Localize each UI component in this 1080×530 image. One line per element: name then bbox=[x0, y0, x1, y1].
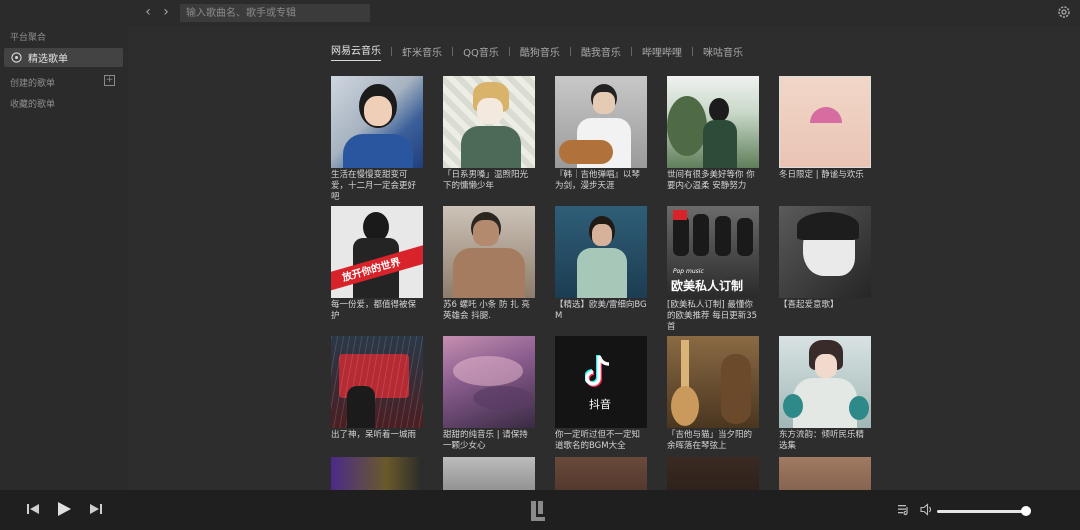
next-track-icon[interactable] bbox=[89, 502, 103, 516]
playlist-card[interactable]: 出了神，呆听着一城雨 bbox=[331, 336, 424, 441]
tab-kugou[interactable]: 酷狗音乐 bbox=[520, 44, 560, 59]
play-icon[interactable] bbox=[56, 501, 72, 517]
playlist-title: 【精选】欧美/雷细向BGM bbox=[555, 300, 647, 321]
playlist-card[interactable]: 【喜起爱意歌】 bbox=[779, 206, 872, 311]
playlist-title: 「日系男嗓」温煦阳光下的慵懒少年 bbox=[443, 170, 529, 191]
tab-qq[interactable]: QQ音乐 bbox=[463, 44, 499, 59]
add-playlist-icon[interactable]: + bbox=[104, 75, 115, 86]
playlist-cover bbox=[555, 457, 647, 490]
sidebar: 平台聚合 精选歌单 创建的歌单 + 收藏的歌单 bbox=[0, 26, 128, 490]
playlist-cover: 放开你的世界 bbox=[331, 206, 423, 298]
playlist-title: 甜甜的纯音乐 | 请保持一颗少女心 bbox=[443, 430, 528, 451]
playlist-title: 『韩｜吉他弹唱』以琴为剑，漫步天涯 bbox=[555, 170, 641, 191]
playlist-card[interactable] bbox=[667, 457, 760, 490]
playlist-title: 东方流韵：倾听民乐精选集 bbox=[779, 430, 865, 451]
playlist-card[interactable]: 生活在慢慢变甜变可爱，十二月一定会更好吧 bbox=[331, 76, 424, 203]
playlist-title: 「吉他与猫」当夕阳的余晖落在琴弦上 bbox=[667, 430, 753, 451]
playlist-title: 世间有很多美好等你 你要内心温柔 安静努力 bbox=[667, 170, 755, 191]
playlist-cover bbox=[779, 206, 871, 298]
sidebar-item-label: 精选歌单 bbox=[28, 54, 68, 65]
playlist-cover bbox=[779, 336, 871, 428]
forward-arrow-icon[interactable]: › bbox=[158, 4, 174, 20]
playlist-queue-icon[interactable] bbox=[897, 503, 910, 516]
top-bar: ‹ › bbox=[0, 0, 1080, 26]
playlist-grid: 生活在慢慢变甜变可爱，十二月一定会更好吧 「日系男嗓」温煦阳光下的慵懒少年 『韩… bbox=[331, 76, 891, 490]
playlist-title: 生活在慢慢变甜变可爱，十二月一定会更好吧 bbox=[331, 170, 417, 202]
playlist-cover bbox=[331, 457, 423, 490]
playlist-card[interactable]: 『韩｜吉他弹唱』以琴为剑，漫步天涯 bbox=[555, 76, 648, 192]
playlist-card[interactable]: 「日系男嗓」温煦阳光下的慵懒少年 bbox=[443, 76, 536, 192]
playlist-cover: 抖音 bbox=[555, 336, 647, 428]
playlist-title: 苏6 螺吒 小条 防 扎 亮 英雄会 抖腿. bbox=[443, 300, 530, 321]
player-bar bbox=[0, 490, 1080, 530]
back-arrow-icon[interactable]: ‹ bbox=[140, 4, 156, 20]
playlist-cover bbox=[331, 76, 423, 168]
volume-icon[interactable] bbox=[920, 503, 933, 516]
disc-icon bbox=[11, 52, 22, 63]
sidebar-section-collected: 收藏的歌单 bbox=[10, 100, 56, 110]
playlist-title: 你一定听过但不一定知道歌名的BGM大全 bbox=[555, 430, 641, 451]
sidebar-section-platform: 平台聚合 bbox=[10, 33, 47, 43]
playlist-cover bbox=[779, 457, 871, 490]
playlist-card[interactable]: 【精选】欧美/雷细向BGM bbox=[555, 206, 648, 322]
playlist-card[interactable] bbox=[555, 457, 648, 490]
playlist-card[interactable] bbox=[331, 457, 424, 490]
playlist-cover: Pop music 欧美私人订制 bbox=[667, 206, 759, 298]
playlist-card[interactable]: 放开你的世界 每一份爱，都值得被保护 bbox=[331, 206, 424, 322]
playlist-title: 冬日限定 | 静谧与欢乐 bbox=[779, 170, 864, 180]
tab-bilibili[interactable]: 哔哩哔哩 bbox=[642, 44, 682, 59]
playlist-card[interactable]: 世间有很多美好等你 你要内心温柔 安静努力 bbox=[667, 76, 760, 192]
tab-kuwo[interactable]: 酷我音乐 bbox=[581, 44, 621, 59]
playlist-cover bbox=[555, 206, 647, 298]
playlist-title: [欧美私人订制] 最懂你的欧美推荐 每日更新35首 bbox=[667, 300, 758, 332]
gear-icon[interactable] bbox=[1056, 4, 1072, 20]
playlist-card[interactable]: 冬日限定 | 静谧与欢乐 bbox=[779, 76, 872, 181]
playlist-cover bbox=[443, 76, 535, 168]
playlist-card[interactable]: 甜甜的纯音乐 | 请保持一颗少女心 bbox=[443, 336, 536, 452]
playlist-card[interactable]: Pop music 欧美私人订制 [欧美私人订制] 最懂你的欧美推荐 每日更新3… bbox=[667, 206, 760, 333]
playlist-card[interactable]: 抖音 你一定听过但不一定知道歌名的BGM大全 bbox=[555, 336, 648, 452]
playlist-cover bbox=[667, 336, 759, 428]
playlist-title: 每一份爱，都值得被保护 bbox=[331, 300, 417, 321]
playlist-card[interactable] bbox=[443, 457, 536, 490]
source-tabs: 网易云音乐 | 虾米音乐 | QQ音乐 | 酷狗音乐 | 酷我音乐 | 哔哩哔哩… bbox=[331, 42, 743, 61]
volume-slider-track[interactable] bbox=[937, 510, 1027, 513]
sidebar-section-created: 创建的歌单 bbox=[10, 79, 56, 89]
playlist-cover bbox=[779, 76, 871, 168]
playlist-card[interactable]: 「吉他与猫」当夕阳的余晖落在琴弦上 bbox=[667, 336, 760, 452]
playlist-card[interactable] bbox=[779, 457, 872, 490]
playlist-cover bbox=[555, 76, 647, 168]
playlist-title: 出了神，呆听着一城雨 bbox=[331, 430, 417, 440]
playlist-cover bbox=[667, 457, 759, 490]
playlist-card[interactable]: 东方流韵：倾听民乐精选集 bbox=[779, 336, 872, 452]
playlist-cover bbox=[331, 336, 423, 428]
tab-migu[interactable]: 咪咕音乐 bbox=[703, 44, 743, 59]
previous-track-icon[interactable] bbox=[26, 502, 40, 516]
playlist-cover bbox=[443, 457, 535, 490]
search-input[interactable] bbox=[180, 4, 370, 22]
playlist-title: 【喜起爱意歌】 bbox=[779, 300, 839, 310]
sidebar-item-featured-playlists[interactable]: 精选歌单 bbox=[4, 48, 123, 67]
tab-netease[interactable]: 网易云音乐 bbox=[331, 42, 381, 61]
playlist-card[interactable]: 苏6 螺吒 小条 防 扎 亮 英雄会 抖腿. bbox=[443, 206, 536, 322]
playlist-cover bbox=[443, 206, 535, 298]
tab-xiami[interactable]: 虾米音乐 bbox=[402, 44, 442, 59]
tiktok-logo-icon bbox=[585, 355, 610, 387]
app-logo-icon bbox=[531, 501, 545, 521]
playlist-cover bbox=[667, 76, 759, 168]
playlist-cover bbox=[443, 336, 535, 428]
volume-slider-handle[interactable] bbox=[1021, 506, 1031, 516]
